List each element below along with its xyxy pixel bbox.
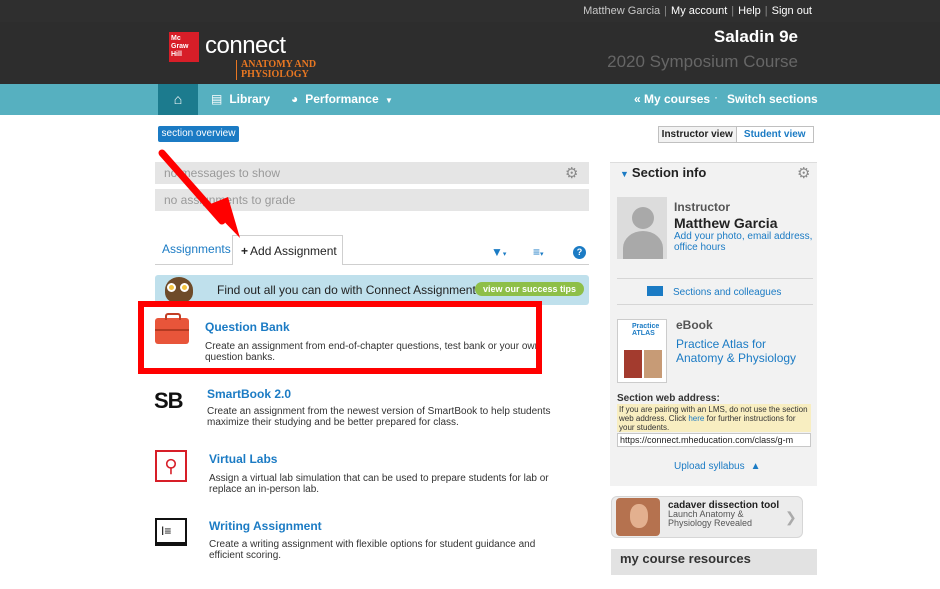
instructions-link[interactable]: here [688,414,704,423]
writing-assignment-link[interactable]: Writing Assignment [209,519,322,533]
smartbook-icon: SB [154,388,184,413]
upload-syllabus-link[interactable]: Upload syllabus ▲ [674,461,761,472]
sign-out-link[interactable]: Sign out [772,5,812,17]
avatar [617,197,667,259]
course-title: Saladin 9e [713,27,798,46]
virtual-labs-desc: Assign a virtual lab simulation that can… [209,473,549,495]
nav-performance-label: Performance [305,92,379,106]
writing-assignment-desc: Create a writing assignment with flexibl… [209,539,536,561]
connect-page: Matthew Garcia | My account | Help | Sign out … [0,0,940,589]
page-header: Mc Graw Hill connect ANATOMY AND PHYSIOL… [0,22,940,84]
section-overview-button[interactable]: section overview [158,126,239,142]
user-name: Matthew Garcia [583,5,661,17]
main-nav: ⌂ ▤ Library ◕ Performance ▼ « My courses S… [0,84,940,115]
upload-syllabus-label: Upload syllabus [674,461,745,472]
id-card-icon [647,286,663,296]
nav-performance[interactable]: ◕ Performance ▼ [291,92,393,106]
section-info-title: Section info [631,165,707,180]
writing-icon: I≡ [155,518,187,546]
my-account-link[interactable]: My account [671,5,727,17]
nav-library-label: Library [229,92,271,106]
upload-icon: ▲ [750,461,761,472]
web-address-field[interactable]: https://connect.mheducation.com/class/g-… [617,433,811,447]
ebook-link[interactable]: Practice Atlas for Anatomy & Physiology [676,337,806,365]
section-info-heading[interactable]: ▼ Section info [620,165,706,180]
layers-icon[interactable]: ≡▾ [533,245,544,259]
cadaver-thumbnail [616,498,660,536]
ebook-label: eBook [676,318,713,332]
filter-icon[interactable]: ▼▾ [491,245,506,259]
instructor-view-button[interactable]: Instructor view [659,127,737,142]
instructor-name: Matthew Garcia [674,215,778,231]
home-button[interactable]: ⌂ [158,84,198,115]
sections-colleagues-link[interactable]: Sections and colleagues [647,286,781,298]
cadaver-subtitle: Launch Anatomy & Physiology Revealed [668,509,753,528]
pie-chart-icon: ◕ [291,92,299,106]
panel-divider [617,304,813,305]
tab-add-assignment[interactable]: + Add Assignment [232,235,343,265]
utility-links: Matthew Garcia | My account | Help | Sign out [583,5,812,17]
gear-icon[interactable]: ⚙ [565,164,578,182]
product-name-line2: PHYSIOLOGY [241,69,309,80]
course-resources-heading: my course resources [611,549,817,575]
web-address-note: If you are pairing with an LMS, do not u… [617,404,811,432]
instructor-profile-link[interactable]: Add your photo, email address, office ho… [674,231,816,253]
mcgraw-hill-logo: Mc Graw Hill [169,32,199,62]
student-view-button[interactable]: Student view [736,127,813,142]
help-link[interactable]: Help [738,5,761,17]
collapse-icon: ▼ [620,169,629,179]
gear-icon[interactable]: ⚙ [797,164,810,182]
banner-text: Find out all you can do with Connect Ass… [217,283,486,297]
course-subtitle: 2020 Symposium Course [607,52,798,71]
home-icon: ⌂ [173,91,183,107]
ebook-cover[interactable]: Practice ATLAS [617,319,667,383]
nav-divider: · [714,90,718,104]
annotation-arrow-icon [158,149,240,238]
flask-icon: ⚲ [155,450,187,482]
tab-add-label: Add Assignment [250,244,337,258]
instructor-label: Instructor [674,200,731,214]
document-icon: ▤ [211,92,223,106]
connect-logo: connect [205,32,286,59]
chevron-right-icon: ❯ [785,509,797,525]
view-toggle: Instructor view Student view [658,126,814,143]
sections-colleagues-label: Sections and colleagues [673,287,782,298]
nav-switch-sections[interactable]: Switch sections [727,92,818,106]
smartbook-link[interactable]: SmartBook 2.0 [207,387,291,401]
tab-divider [155,264,589,265]
highlight-box [138,301,542,374]
ebook-cover-text: Practice ATLAS [632,323,660,337]
utility-bar: Matthew Garcia | My account | Help | Sign out [0,0,940,22]
nav-my-courses[interactable]: « My courses [634,92,710,106]
chevron-down-icon: ▼ [384,96,393,105]
web-address-label: Section web address: [617,393,720,404]
product-name: ANATOMY AND PHYSIOLOGY [236,60,336,80]
nav-library[interactable]: ▤ Library [211,92,270,106]
help-icon[interactable]: ? [573,246,586,259]
success-tips-button[interactable]: view our success tips [475,282,584,296]
plus-icon: + [241,244,249,258]
smartbook-desc: Create an assignment from the newest ver… [207,406,551,428]
virtual-labs-link[interactable]: Virtual Labs [209,452,277,466]
panel-divider [617,278,813,279]
owl-icon [165,277,193,303]
